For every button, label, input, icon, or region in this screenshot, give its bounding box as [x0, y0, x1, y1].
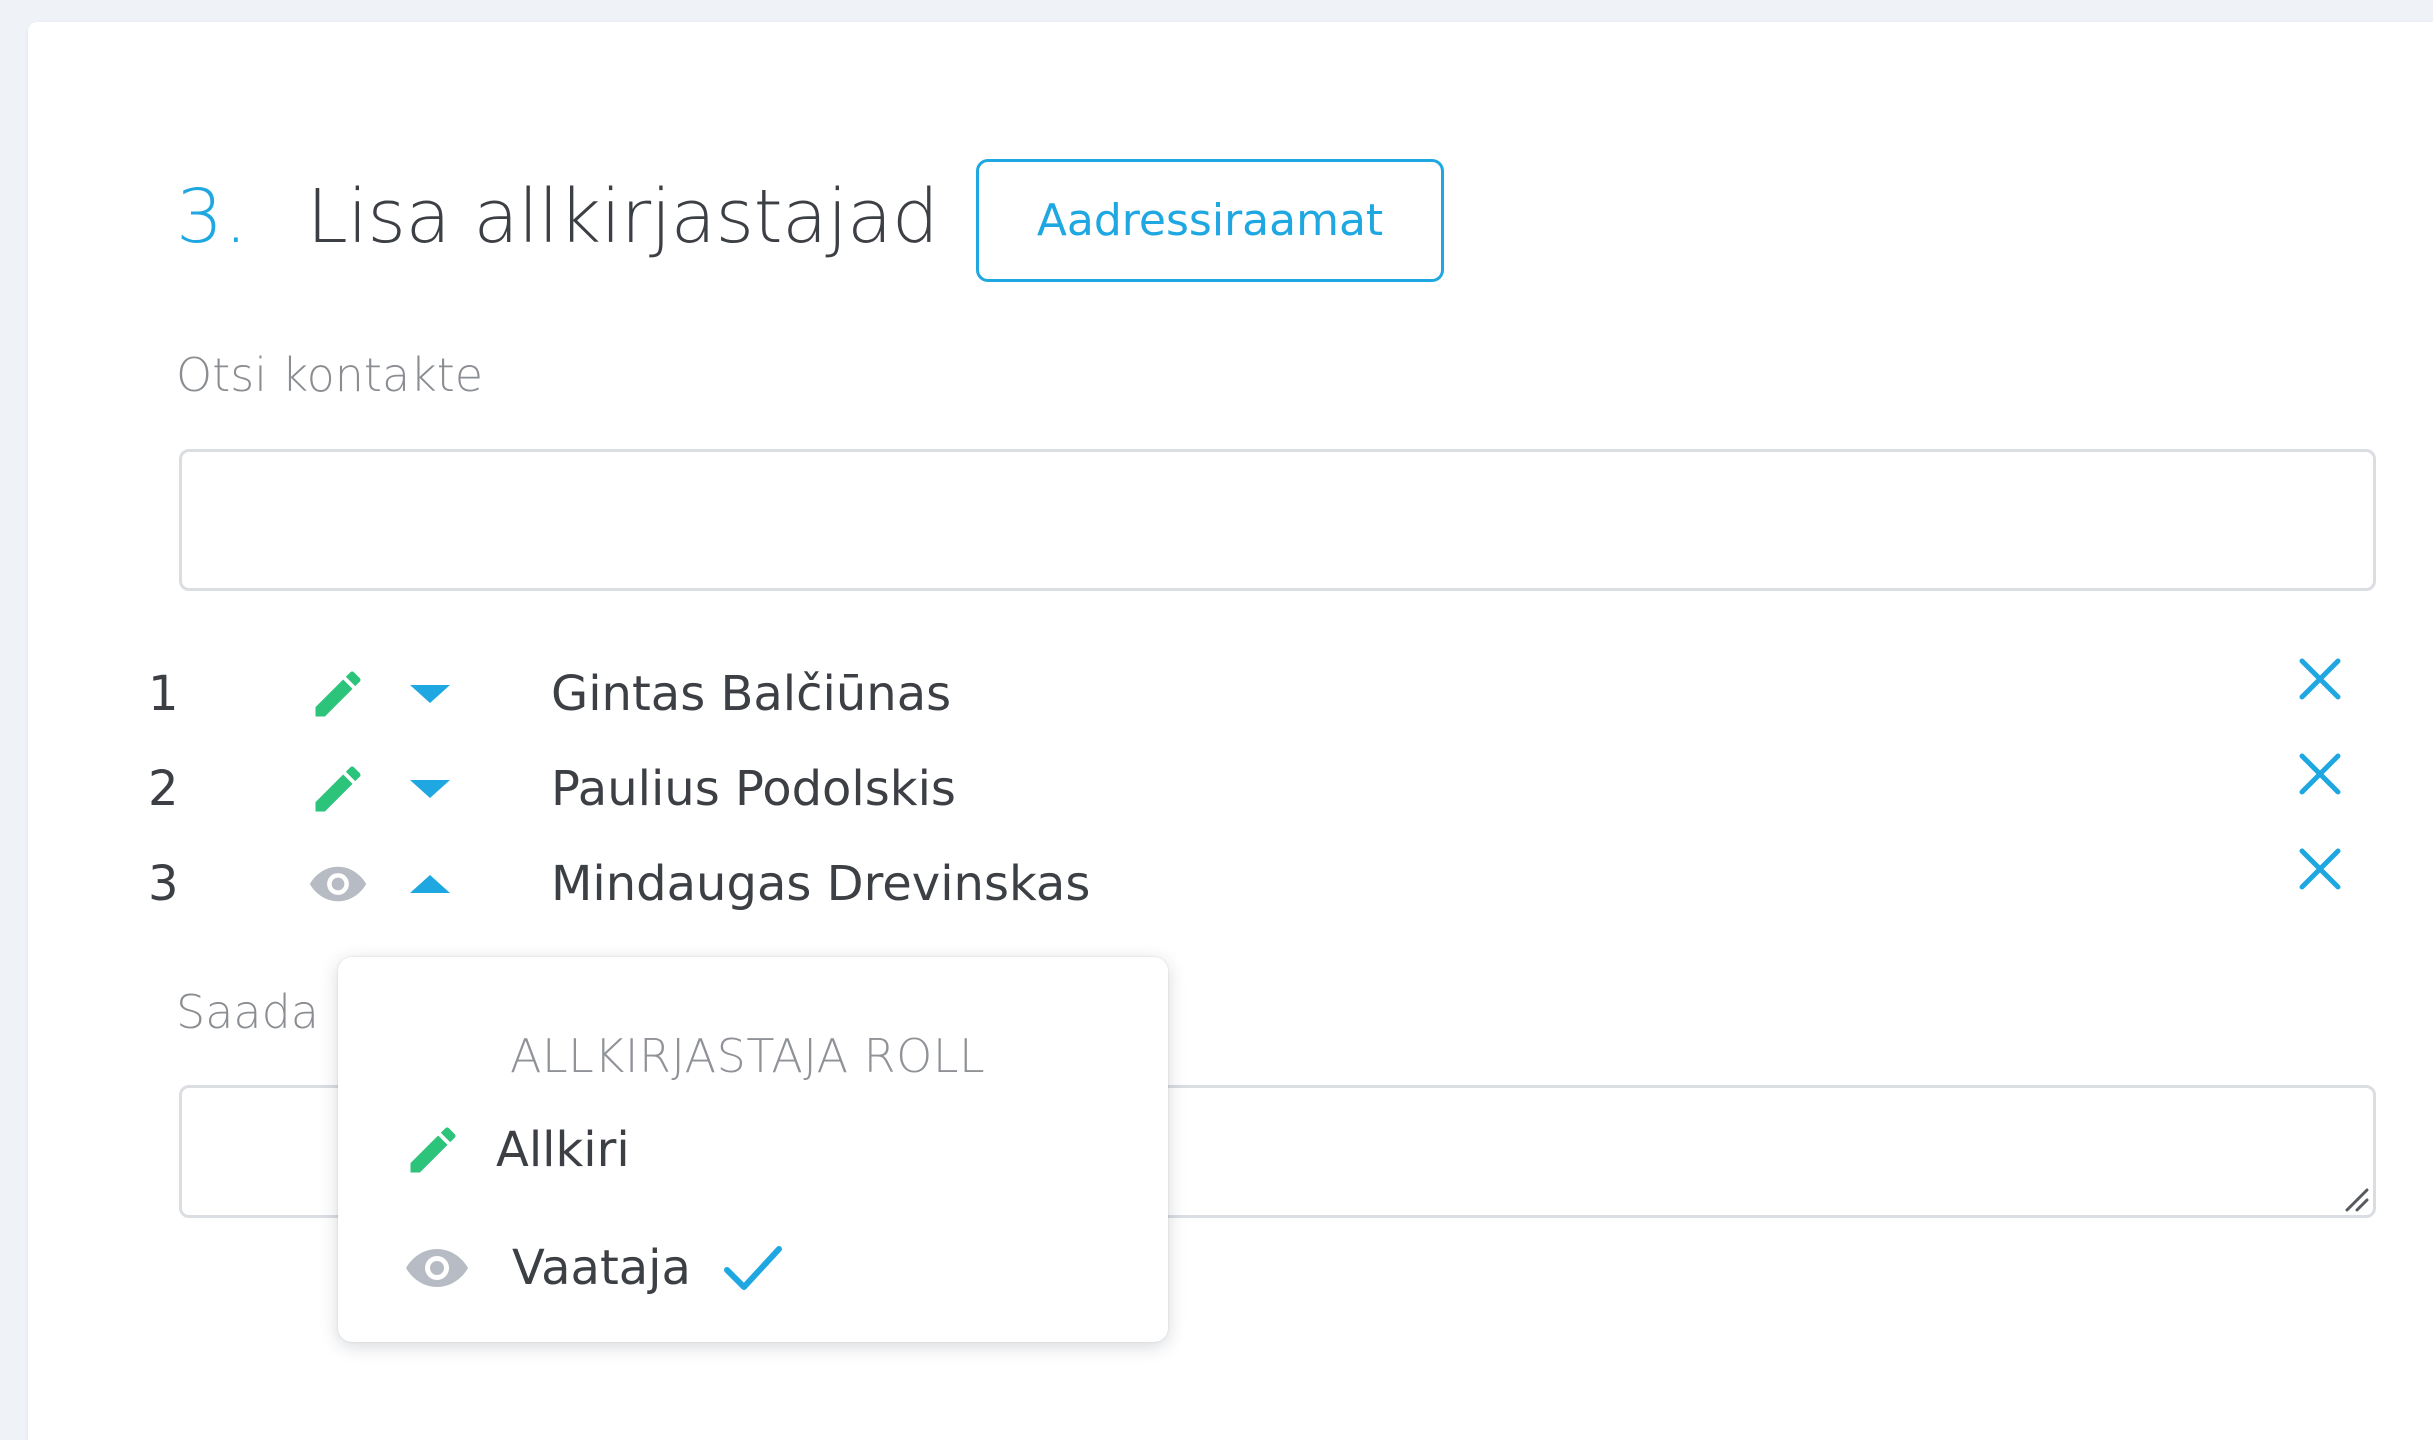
pencil-icon — [398, 1120, 468, 1180]
resize-handle-icon[interactable] — [2341, 1184, 2369, 1212]
role-popover: ALLKIRJASTAJA ROLL Allkiri Vaataja — [338, 957, 1168, 1342]
address-book-button[interactable]: Aadressiraamat — [976, 159, 1444, 282]
eye-icon — [402, 1238, 472, 1298]
message-label: Saada — [176, 985, 319, 1039]
signer-name: Paulius Podolskis — [551, 761, 956, 817]
close-icon[interactable] — [2290, 839, 2350, 899]
role-option-label: Vaataja — [512, 1240, 691, 1296]
signer-row: 2 Paulius Podolskis — [28, 744, 2433, 834]
caret-up-icon[interactable] — [408, 864, 452, 904]
section-title: Lisa allkirjastajad — [306, 174, 939, 260]
step-number: 3. — [176, 174, 249, 260]
search-input[interactable] — [179, 449, 2376, 591]
pencil-icon[interactable] — [308, 664, 368, 724]
close-icon[interactable] — [2290, 744, 2350, 804]
signer-index: 3 — [148, 856, 179, 912]
section-heading: 3. Lisa allkirjastajad — [176, 162, 939, 272]
role-option-label: Allkiri — [496, 1122, 630, 1178]
eye-icon[interactable] — [308, 854, 368, 914]
signer-row: 3 Mindaugas Drevinskas — [28, 839, 2433, 929]
pencil-icon[interactable] — [308, 759, 368, 819]
search-label: Otsi kontakte — [176, 348, 484, 402]
form-card: 3. Lisa allkirjastajad Aadressiraamat Ot… — [28, 22, 2433, 1440]
signer-row: 1 Gintas Balčiūnas — [28, 649, 2433, 739]
signer-name: Mindaugas Drevinskas — [551, 856, 1091, 912]
caret-down-icon[interactable] — [408, 769, 452, 809]
signer-name: Gintas Balčiūnas — [551, 666, 952, 722]
popover-heading: ALLKIRJASTAJA ROLL — [510, 1029, 986, 1083]
check-icon — [718, 1238, 788, 1298]
close-icon[interactable] — [2290, 649, 2350, 709]
role-option-vaataja[interactable]: Vaataja — [338, 1223, 1168, 1313]
caret-down-icon[interactable] — [408, 674, 452, 714]
signer-index: 1 — [148, 666, 179, 722]
signer-index: 2 — [148, 761, 179, 817]
role-option-allkiri[interactable]: Allkiri — [338, 1105, 1168, 1195]
